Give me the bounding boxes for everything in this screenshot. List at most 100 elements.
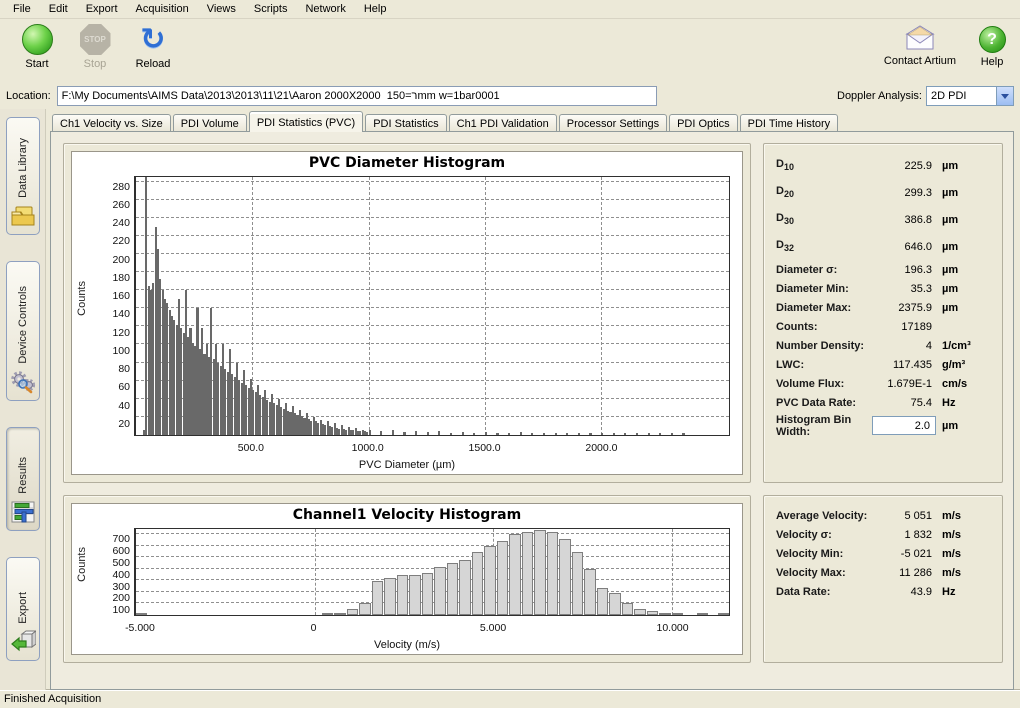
help-button[interactable]: ? Help xyxy=(972,22,1012,68)
histogram-bar xyxy=(450,433,452,435)
chevron-down-icon[interactable] xyxy=(996,87,1013,105)
stat-row-diameter-max-: Diameter Max:2375.9µm xyxy=(776,298,990,317)
histogram-bar xyxy=(555,433,557,435)
y-tick-label: 200 xyxy=(100,592,130,604)
histogram-bar xyxy=(671,433,673,435)
stat-label: Velocity Min: xyxy=(776,548,872,560)
sidebar-item-data-library[interactable]: Data Library xyxy=(6,117,40,235)
stat-label: Data Rate: xyxy=(776,586,872,598)
stat-value: 196.3 xyxy=(872,264,938,276)
x-tick-label: 1000.0 xyxy=(352,442,384,454)
histogram-bar xyxy=(697,613,708,615)
stat-row-volume-flux-: Volume Flux:1.679E-1cm/s xyxy=(776,374,990,393)
histogram-bar xyxy=(422,573,433,615)
x-tick-label: 2000.0 xyxy=(585,442,617,454)
stop-icon: STOP xyxy=(80,24,111,55)
histogram-bar xyxy=(584,569,595,615)
histogram-bar xyxy=(447,563,458,615)
menu-item-export[interactable]: Export xyxy=(77,1,127,17)
gridline-h xyxy=(136,568,729,569)
tab-pdi-optics[interactable]: PDI Optics xyxy=(669,114,738,132)
stat-label: PVC Data Rate: xyxy=(776,397,872,409)
histogram-bar xyxy=(427,432,429,435)
reload-button[interactable]: ↻ Reload xyxy=(124,22,182,70)
tab-pdi-volume[interactable]: PDI Volume xyxy=(173,114,247,132)
stat-row-diameter-: Diameter σ:196.3µm xyxy=(776,260,990,279)
menu-item-views[interactable]: Views xyxy=(198,1,245,17)
sidebar-item-export[interactable]: Export xyxy=(6,557,40,661)
tab-processor-settings[interactable]: Processor Settings xyxy=(559,114,667,132)
stop-button[interactable]: STOP Stop xyxy=(66,22,124,70)
y-tick-label: 40 xyxy=(100,400,130,412)
start-button[interactable]: Start xyxy=(8,22,66,70)
stat-label: D32 xyxy=(776,239,872,253)
stat-value: 386.8 xyxy=(872,214,938,226)
pdi-statistics-pvc-page: PVC Diameter HistogramCountsPVC Diameter… xyxy=(50,131,1014,690)
tab-ch1-velocity-vs-size[interactable]: Ch1 Velocity vs. Size xyxy=(52,114,171,132)
stat-row-number-density-: Number Density:41/cm³ xyxy=(776,336,990,355)
histogram-bar xyxy=(636,433,638,435)
stat-label: Counts: xyxy=(776,321,872,333)
histogram-bar xyxy=(380,431,382,435)
histogram-bar xyxy=(547,532,558,615)
sidebar-item-results[interactable]: Results xyxy=(6,427,40,531)
sidebar-item-device-controls[interactable]: Device Controls xyxy=(6,261,40,401)
histogram-bar xyxy=(609,593,620,615)
stat-unit: µm xyxy=(938,214,990,226)
histogram-bar xyxy=(484,546,495,615)
x-tick-label: 1500.0 xyxy=(469,442,501,454)
menu-item-help[interactable]: Help xyxy=(355,1,396,17)
contact-artium-button[interactable]: Contact Artium xyxy=(878,22,962,68)
y-tick-label: 20 xyxy=(100,418,130,430)
histogram-bar xyxy=(372,581,383,615)
sidebar-item-label: Results xyxy=(17,457,29,494)
stat-unit: µm xyxy=(938,187,990,199)
location-input[interactable] xyxy=(57,86,657,106)
tab-pdi-statistics[interactable]: PDI Statistics xyxy=(365,114,446,132)
stat-value: 117.435 xyxy=(872,359,938,371)
histogram-bar xyxy=(534,530,545,615)
histogram-bar xyxy=(718,613,729,615)
y-tick-label: 400 xyxy=(100,569,130,581)
stat-unit: m/s xyxy=(938,510,990,522)
stat-value: 646.0 xyxy=(872,241,938,253)
histogram-bar xyxy=(508,433,510,435)
tab-pdi-time-history[interactable]: PDI Time History xyxy=(740,114,839,132)
stat-label: Diameter Min: xyxy=(776,283,872,295)
histogram-bar xyxy=(647,611,658,615)
menu-item-edit[interactable]: Edit xyxy=(40,1,77,17)
y-tick-label: 100 xyxy=(100,604,130,616)
stat-unit: µm xyxy=(938,160,990,172)
histogram-bar xyxy=(589,433,591,435)
histogram-bar xyxy=(543,433,545,435)
start-icon xyxy=(22,24,53,55)
menu-item-scripts[interactable]: Scripts xyxy=(245,1,297,17)
histogram-bar xyxy=(347,609,358,615)
y-tick-label: 260 xyxy=(100,199,130,211)
histogram-bar xyxy=(634,609,645,615)
stat-row-lwc-: LWC:117.435g/m³ xyxy=(776,355,990,374)
chart-title: Channel1 Velocity Histogram xyxy=(72,507,742,523)
doppler-analysis-select[interactable]: 2D PDI xyxy=(926,86,1014,106)
gridline-h xyxy=(136,235,729,236)
histogram-bar xyxy=(682,433,684,435)
menu-item-file[interactable]: File xyxy=(4,1,40,17)
y-axis-label: Counts xyxy=(76,504,88,624)
stat-value: 1.679E-1 xyxy=(872,378,938,390)
stat-row-histogram-bin-width-: Histogram Bin Width:µm xyxy=(776,412,990,439)
gridline-h xyxy=(136,181,729,182)
histogram-bin-width-input[interactable] xyxy=(872,416,936,435)
plot-area xyxy=(134,176,730,436)
gridline-h xyxy=(136,325,729,326)
histogram-bar xyxy=(459,560,470,615)
menu-item-network[interactable]: Network xyxy=(296,1,354,17)
menu-item-acquisition[interactable]: Acquisition xyxy=(127,1,198,17)
histogram-bar xyxy=(359,603,370,615)
y-axis-label: Counts xyxy=(76,152,88,444)
tab-ch1-pdi-validation[interactable]: Ch1 PDI Validation xyxy=(449,114,557,132)
y-tick-label: 500 xyxy=(100,557,130,569)
gridline-h xyxy=(136,271,729,272)
histogram-bar xyxy=(485,432,487,435)
tab-pdi-statistics-pvc-[interactable]: PDI Statistics (PVC) xyxy=(249,111,363,132)
contact-artium-label: Contact Artium xyxy=(884,55,956,67)
